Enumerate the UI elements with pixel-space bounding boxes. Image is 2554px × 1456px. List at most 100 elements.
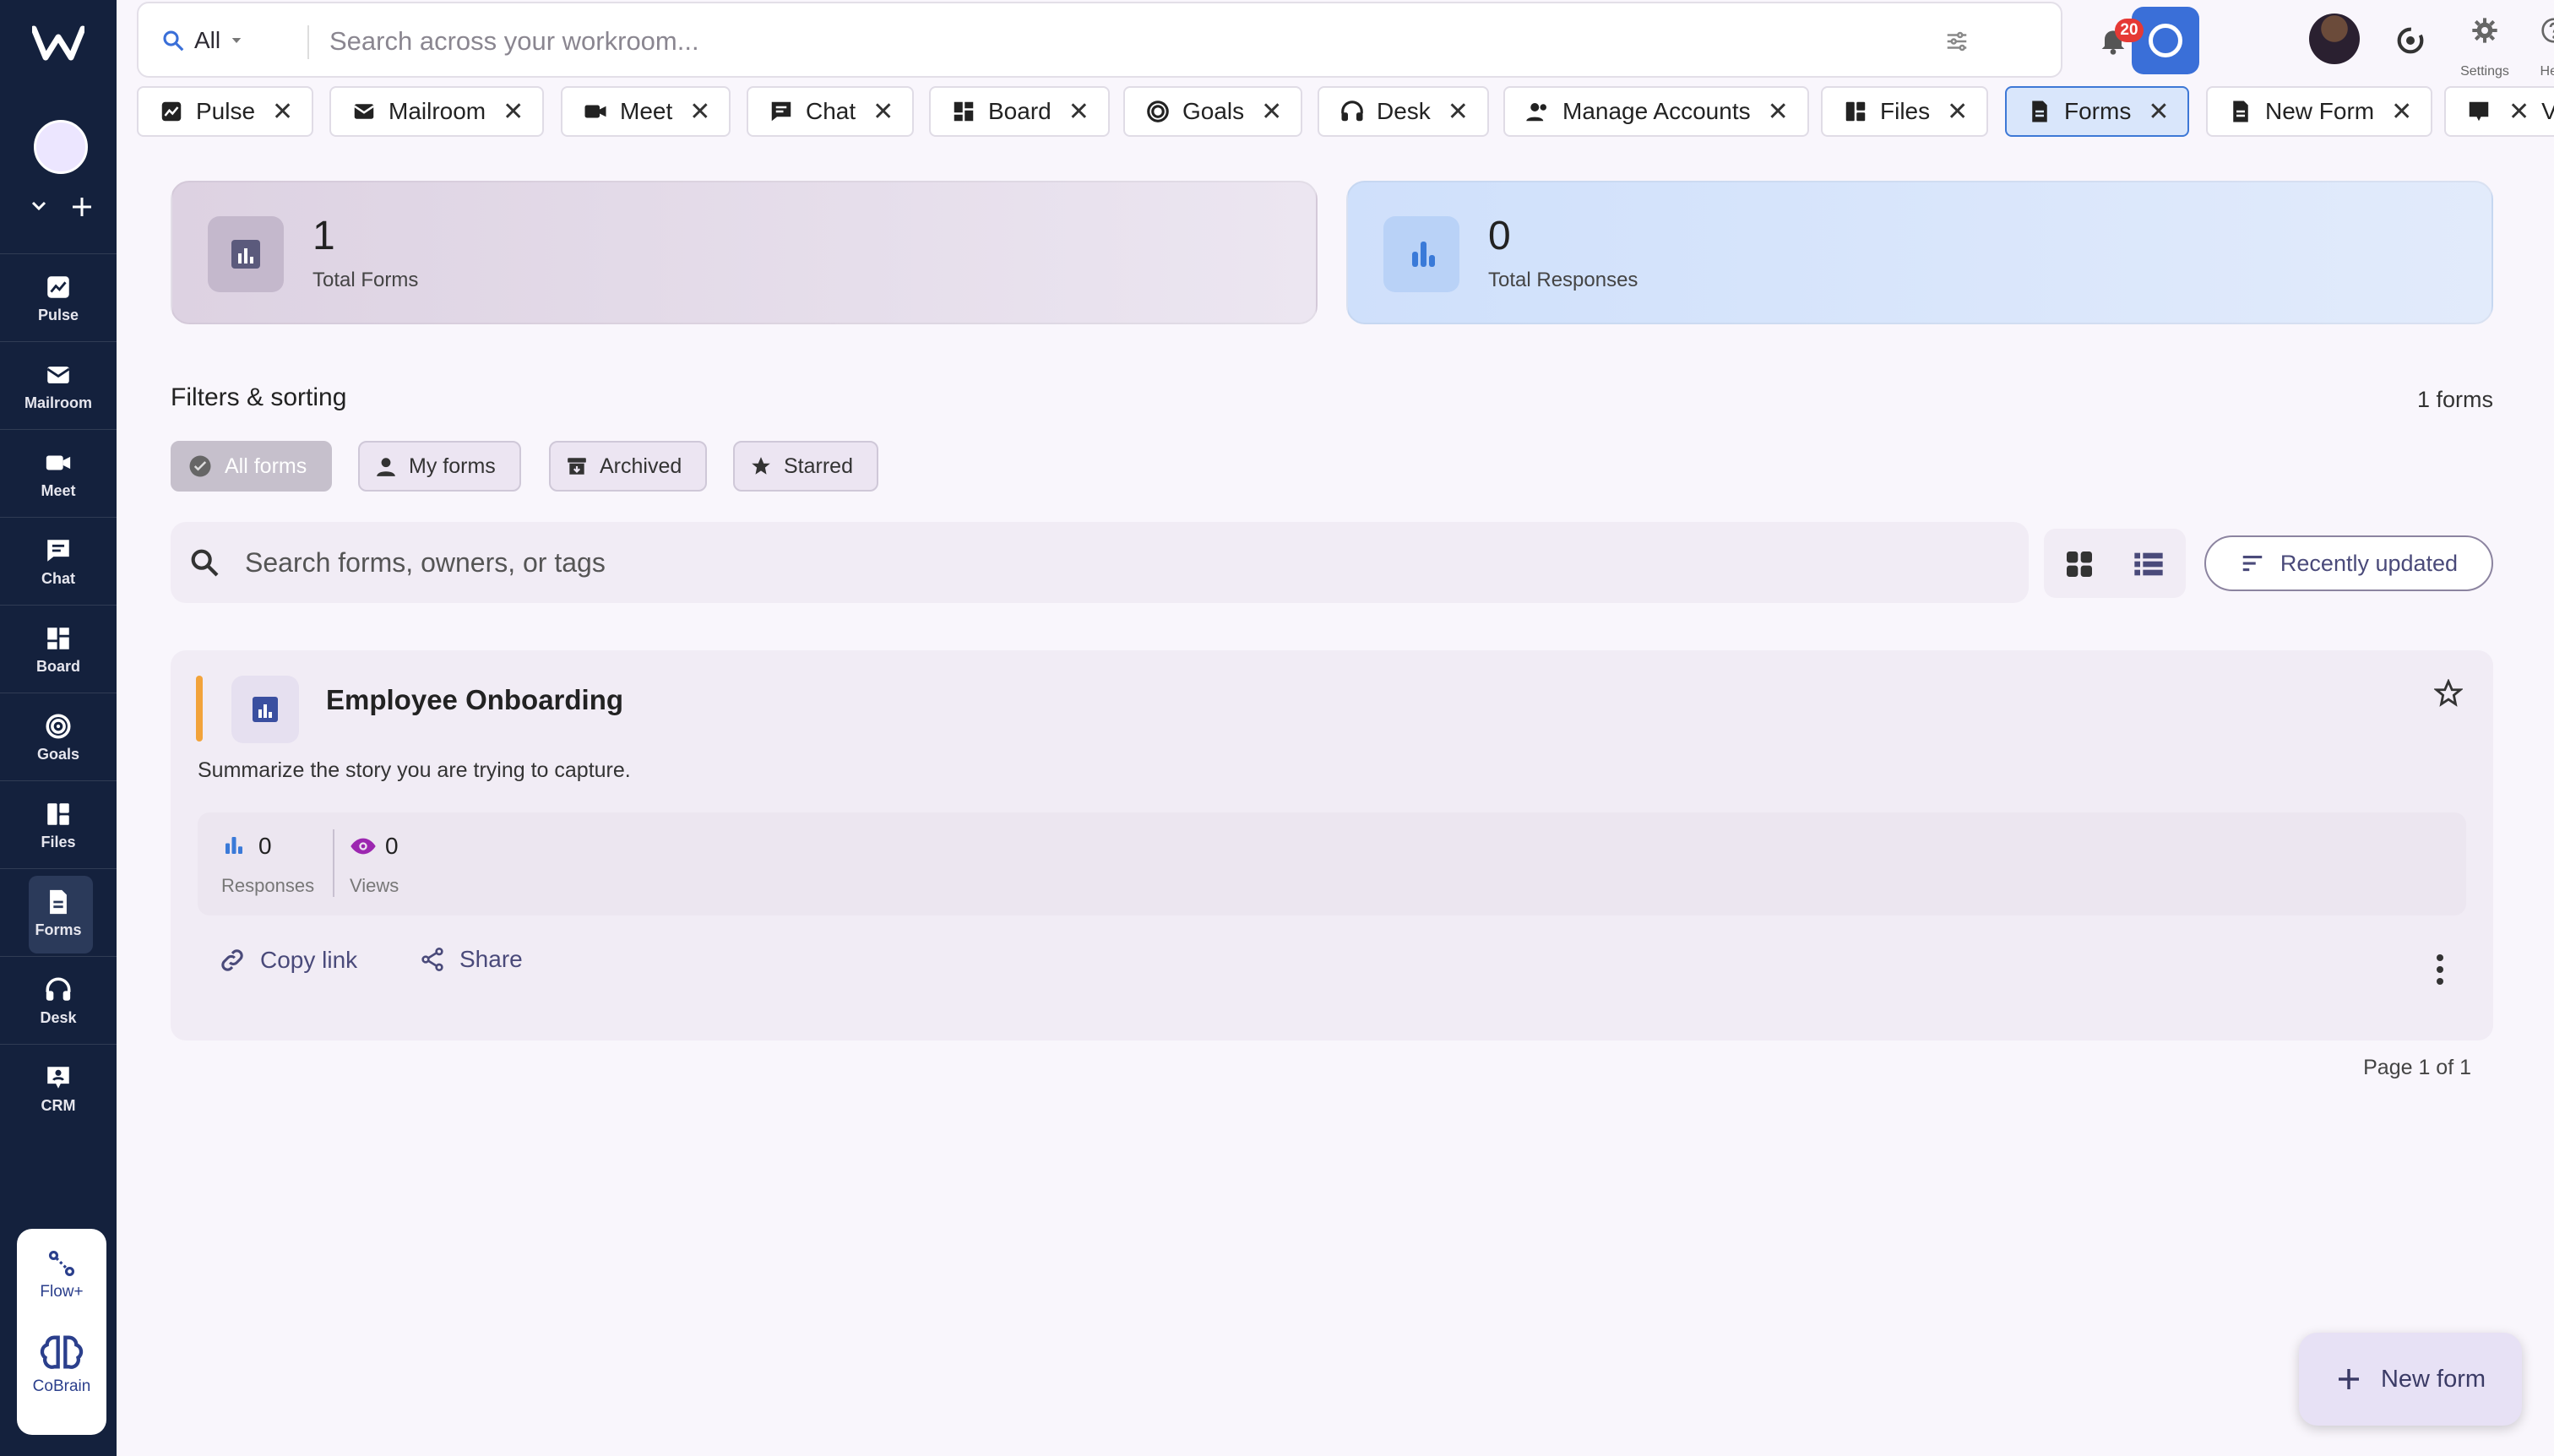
filter-my-forms[interactable]: My forms bbox=[358, 441, 521, 492]
close-icon[interactable]: ✕ bbox=[689, 97, 710, 127]
notifications-button[interactable]: 20 bbox=[2079, 8, 2147, 76]
grid-view-icon[interactable] bbox=[2062, 547, 2096, 581]
settings-button[interactable]: Settings bbox=[2451, 8, 2519, 79]
search-icon bbox=[191, 549, 219, 577]
tab-chat[interactable]: Chat ✕ bbox=[747, 86, 915, 137]
close-icon[interactable]: ✕ bbox=[1947, 97, 1968, 127]
views-label: Views bbox=[350, 875, 399, 896]
pulse-icon bbox=[161, 101, 182, 122]
search-icon bbox=[2149, 24, 2182, 57]
sidebar-item-mailroom[interactable]: Mailroom bbox=[0, 341, 117, 429]
help-button[interactable]: Help bbox=[2520, 8, 2554, 79]
user-avatar[interactable] bbox=[2309, 14, 2360, 64]
tab-new-form[interactable]: New Form ✕ bbox=[2206, 86, 2433, 137]
tab-meet[interactable]: Meet ✕ bbox=[561, 86, 731, 137]
sidebar-item-goals[interactable]: Goals bbox=[0, 693, 117, 780]
total-forms-value: 1 bbox=[312, 214, 335, 258]
history-icon bbox=[2397, 27, 2424, 54]
forms-search-input[interactable] bbox=[245, 541, 1850, 584]
forms-icon bbox=[2032, 101, 2047, 122]
close-icon[interactable]: ✕ bbox=[2148, 97, 2169, 127]
bar-chart-icon bbox=[1383, 216, 1459, 292]
views-metric: 0 Views bbox=[350, 829, 451, 897]
close-icon[interactable]: ✕ bbox=[1448, 97, 1469, 127]
flow-plus-button[interactable]: Flow+ bbox=[17, 1247, 106, 1301]
close-icon[interactable]: ✕ bbox=[872, 97, 894, 127]
tab-mailroom[interactable]: Mailroom ✕ bbox=[329, 86, 545, 137]
forms-search-bar bbox=[171, 522, 2029, 603]
tab-label: Chat bbox=[806, 98, 856, 124]
goals-icon bbox=[46, 714, 71, 739]
filter-archived[interactable]: Archived bbox=[549, 441, 708, 492]
chevron-down-icon[interactable] bbox=[29, 196, 49, 221]
close-icon[interactable]: ✕ bbox=[2391, 97, 2412, 127]
search-filters-icon[interactable] bbox=[1944, 29, 1970, 58]
global-search-input[interactable] bbox=[329, 20, 1765, 62]
view-toggle bbox=[2044, 529, 2186, 598]
sidebar-item-label: Pulse bbox=[37, 307, 79, 323]
copy-link-button[interactable]: Copy link bbox=[218, 946, 357, 975]
sidebar-item-forms[interactable]: Forms bbox=[0, 868, 117, 956]
tab-board[interactable]: Board ✕ bbox=[929, 86, 1110, 137]
add-workspace-icon[interactable] bbox=[71, 196, 93, 223]
sidebar-item-files[interactable]: Files bbox=[0, 780, 117, 868]
tab-files[interactable]: Files ✕ bbox=[1821, 86, 1989, 137]
tab-label: Board bbox=[988, 98, 1051, 124]
forms-count: 1 forms bbox=[2416, 387, 2493, 412]
archive-icon bbox=[568, 458, 586, 475]
star-icon bbox=[752, 457, 770, 475]
app-logo[interactable] bbox=[32, 22, 84, 64]
people-icon bbox=[1526, 103, 1546, 122]
close-icon[interactable]: ✕ bbox=[503, 97, 524, 127]
sidebar: Pulse Mailroom Meet Chat Board Goals Fil… bbox=[0, 0, 117, 1456]
sidebar-item-board[interactable]: Board bbox=[0, 605, 117, 693]
sidebar-item-meet[interactable]: Meet bbox=[0, 429, 117, 517]
plus-icon bbox=[2338, 1369, 2359, 1389]
star-outline-icon[interactable] bbox=[2434, 679, 2463, 708]
tab-desk[interactable]: Desk ✕ bbox=[1318, 86, 1489, 137]
crm-icon bbox=[47, 1067, 69, 1089]
tab-manage-accounts[interactable]: Manage Accounts ✕ bbox=[1503, 86, 1809, 137]
new-form-button[interactable]: New form bbox=[2299, 1333, 2522, 1426]
chip-label: Starred bbox=[784, 454, 853, 478]
close-icon[interactable]: ✕ bbox=[1261, 97, 1282, 127]
headset-icon bbox=[1341, 101, 1363, 122]
sidebar-item-pulse[interactable]: Pulse bbox=[0, 253, 117, 341]
total-forms-label: Total Forms bbox=[312, 269, 419, 291]
more-options-icon[interactable] bbox=[2434, 953, 2446, 986]
close-icon[interactable]: ✕ bbox=[2508, 97, 2530, 127]
form-title[interactable]: Employee Onboarding bbox=[326, 684, 623, 716]
tab-pulse[interactable]: Pulse ✕ bbox=[137, 86, 314, 137]
close-icon[interactable]: ✕ bbox=[1068, 97, 1090, 127]
close-icon[interactable]: ✕ bbox=[272, 97, 293, 127]
total-responses-label: Total Responses bbox=[1488, 269, 1638, 291]
sidebar-item-crm[interactable]: CRM bbox=[0, 1044, 117, 1132]
sort-button[interactable]: Recently updated bbox=[2204, 535, 2493, 591]
tab-goals[interactable]: Goals ✕ bbox=[1123, 86, 1303, 137]
share-button[interactable]: Share bbox=[419, 946, 523, 973]
share-icon bbox=[421, 948, 443, 971]
chat-icon bbox=[47, 540, 69, 562]
search-scope-select[interactable]: All bbox=[160, 27, 244, 54]
form-description: Summarize the story you are trying to ca… bbox=[198, 758, 631, 782]
files-icon bbox=[47, 803, 69, 825]
settings-label: Settings bbox=[2460, 64, 2509, 79]
list-view-icon[interactable] bbox=[2132, 547, 2165, 581]
section-title: Filters & sorting bbox=[171, 383, 347, 411]
forms-icon bbox=[2233, 101, 2248, 122]
close-icon[interactable]: ✕ bbox=[1768, 97, 1789, 127]
sidebar-item-desk[interactable]: Desk bbox=[0, 956, 117, 1044]
filter-all-forms[interactable]: All forms bbox=[171, 441, 333, 492]
tab-label: V bbox=[2541, 98, 2554, 124]
sidebar-item-chat[interactable]: Chat bbox=[0, 517, 117, 605]
activity-button[interactable] bbox=[2377, 8, 2444, 76]
tab-overflow[interactable]: ✕ V bbox=[2444, 86, 2554, 137]
tab-forms[interactable]: Forms ✕ bbox=[2005, 86, 2190, 137]
cobrain-button[interactable]: CoBrain bbox=[17, 1330, 106, 1396]
total-responses-value: 0 bbox=[1488, 214, 1511, 258]
filter-starred[interactable]: Starred bbox=[733, 441, 878, 492]
responses-label: Responses bbox=[221, 875, 315, 896]
workspace-avatar[interactable] bbox=[34, 120, 88, 174]
form-metrics: 0 Responses 0 Views bbox=[198, 812, 2466, 915]
form-card[interactable]: Employee Onboarding Summarize the story … bbox=[171, 650, 2493, 1040]
